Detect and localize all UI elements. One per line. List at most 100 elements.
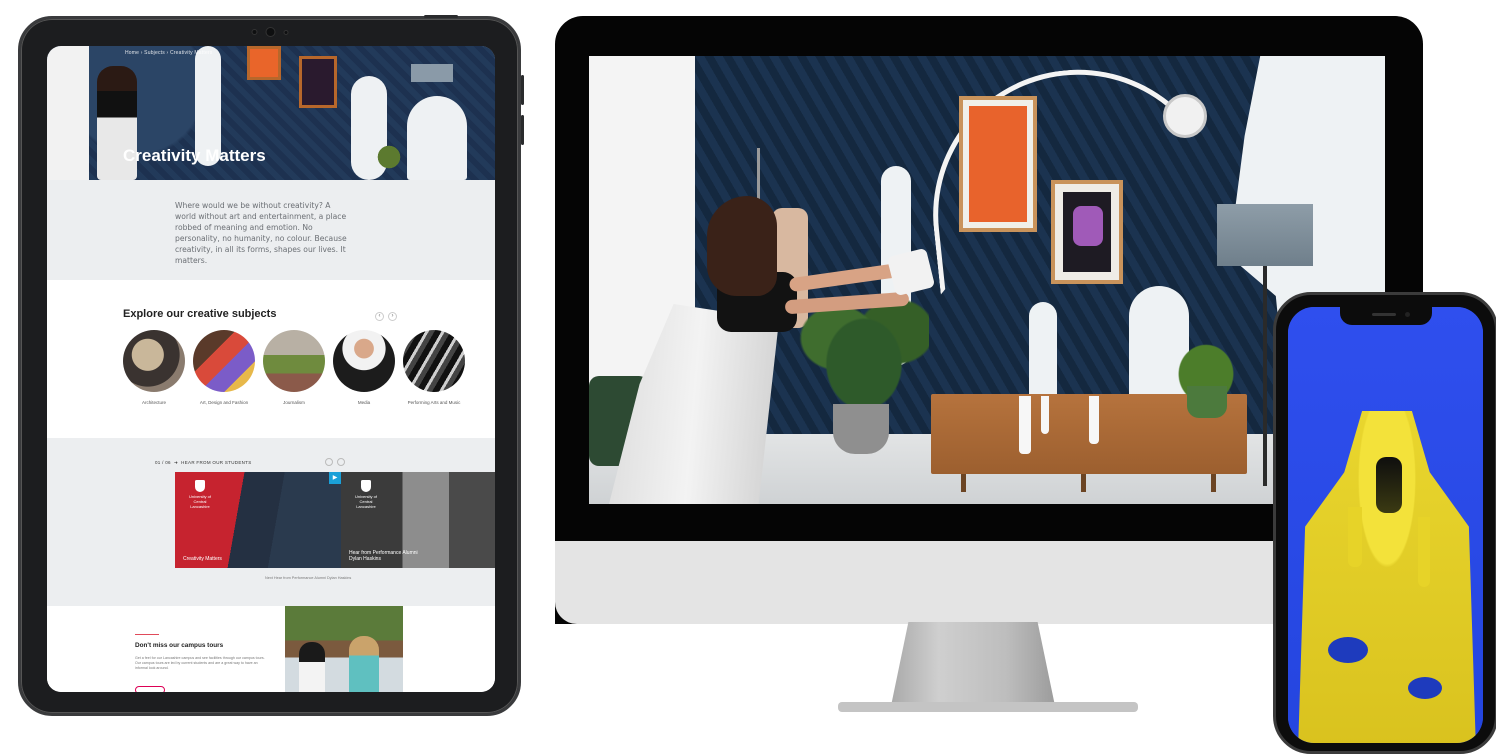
section-heading: Don't miss our campus tours — [135, 642, 224, 649]
picture-frame — [299, 56, 337, 108]
sensor-icon — [251, 29, 257, 35]
page-title: Creativity Matters — [123, 146, 266, 165]
hero-banner: Home › Subjects › Creativity Matters Cre… — [47, 46, 495, 180]
tablet-volume-button — [521, 115, 524, 145]
students-heading: HEAR FROM OUR STUDENTS — [181, 460, 252, 465]
chevron-left-icon[interactable] — [325, 458, 333, 466]
lamp — [411, 64, 453, 82]
video-cards: University of Central Lancashire ▶ Creat… — [175, 472, 495, 568]
subject-label: Architecture — [141, 400, 166, 405]
subject-image — [403, 330, 465, 392]
subject-item[interactable]: Media — [333, 330, 395, 405]
tours-text: Get a feel for our Lancashire campus and… — [135, 656, 265, 670]
picture-frame — [1051, 180, 1123, 284]
camera-icon — [1404, 312, 1410, 317]
figure-hair — [707, 196, 777, 296]
plant-pot — [833, 404, 889, 454]
logo-text: University of Central Lancashire — [355, 494, 378, 509]
tours-button[interactable] — [135, 686, 165, 692]
paint-drip — [1418, 517, 1430, 587]
chevron-right-icon[interactable]: › — [388, 312, 397, 321]
frame-figure — [1073, 206, 1103, 246]
picture-frame — [959, 96, 1037, 232]
sideboard-leg — [961, 474, 966, 492]
subject-label: Media — [357, 400, 371, 405]
sideboard-leg — [1081, 474, 1086, 492]
hero-photo — [589, 56, 1385, 504]
arrow-right-icon: ➜ — [172, 460, 180, 465]
carousel-arrows: ‹ › — [375, 312, 397, 321]
plant-pot — [1187, 386, 1227, 418]
subject-image — [333, 330, 395, 392]
monitor-stand-neck — [891, 622, 1055, 704]
tablet-screen: Home › Subjects › Creativity Matters Cre… — [47, 46, 495, 692]
subject-image — [193, 330, 255, 392]
subject-label: Art, Design and Fashion — [199, 400, 249, 405]
subject-item[interactable]: Art, Design and Fashion — [193, 330, 255, 405]
intro-section: Where would we be without creativity? A … — [47, 180, 495, 280]
campus-tours-section: Don't miss our campus tours Get a feel f… — [47, 606, 495, 692]
university-logo: University of Central Lancashire — [189, 480, 211, 509]
logo-text: University of Central Lancashire — [189, 494, 212, 509]
hero-image-edge — [47, 46, 89, 180]
tours-person — [299, 642, 325, 692]
paint-splash — [407, 96, 467, 180]
shield-icon — [195, 480, 205, 492]
phone-notch — [1339, 307, 1432, 325]
tours-person — [349, 636, 379, 692]
breadcrumb[interactable]: Home › Subjects › Creativity Matters — [125, 50, 213, 56]
sideboard-leg — [1211, 474, 1216, 492]
subject-item[interactable]: Performing Arts and Music — [403, 330, 465, 405]
devices-mockup: Home › Subjects › Creativity Matters Cre… — [0, 0, 1496, 754]
shield-icon — [361, 480, 371, 492]
slide-counter: 01 / 06 — [155, 460, 171, 465]
play-icon[interactable]: ▶ — [329, 472, 341, 484]
tablet-power-button — [424, 15, 458, 18]
students-header: 01 / 06 ➜ HEAR FROM OUR STUDENTS — [155, 460, 252, 466]
lamp-shade — [1217, 204, 1313, 266]
card-caption: Creativity Matters — [183, 556, 222, 562]
university-logo: University of Central Lancashire — [355, 480, 377, 509]
tablet-camera-cluster — [251, 27, 288, 37]
lamp-pole — [1263, 266, 1267, 486]
paint-drip — [1089, 396, 1099, 444]
paint-stain — [1408, 677, 1442, 699]
paint-stain — [1328, 637, 1368, 663]
accent-rule — [135, 634, 159, 635]
video-card[interactable]: University of Central Lancashire Hear fr… — [341, 472, 495, 568]
figure-face — [1376, 457, 1402, 513]
paint-drip — [1019, 396, 1031, 454]
monitor-stand-base — [838, 702, 1138, 712]
picture-frame — [247, 46, 281, 80]
paint-drip — [1041, 396, 1049, 434]
chevron-left-icon[interactable]: ‹ — [375, 312, 384, 321]
phone-screen — [1288, 307, 1483, 743]
frame-artwork — [969, 106, 1027, 222]
plant — [371, 140, 407, 174]
tablet-volume-button — [521, 75, 524, 105]
card-caption: Hear from Performance Alumni Dylan Haski… — [349, 550, 418, 562]
section-heading: Explore our creative subjects — [123, 308, 277, 320]
tablet-device: Home › Subjects › Creativity Matters Cre… — [18, 15, 524, 716]
subject-image — [123, 330, 185, 392]
explore-subjects-section: Explore our creative subjects ‹ › Archit… — [47, 280, 495, 438]
next-slide-label[interactable]: Next Hear from Performance Alumni Dylan … — [265, 576, 351, 581]
subject-label: Journalism — [283, 400, 305, 405]
phone-device — [1273, 292, 1496, 754]
sensor-icon — [283, 29, 288, 35]
subject-item[interactable]: Architecture — [123, 330, 185, 405]
paint-drip — [1348, 507, 1362, 567]
students-section: 01 / 06 ➜ HEAR FROM OUR STUDENTS Univers… — [47, 438, 495, 606]
intro-text: Where would we be without creativity? A … — [175, 201, 347, 265]
speaker-icon — [1371, 313, 1396, 316]
chevron-right-icon[interactable] — [337, 458, 345, 466]
subject-item[interactable]: Journalism — [263, 330, 325, 405]
clock-icon — [1163, 94, 1207, 138]
subject-image — [263, 330, 325, 392]
video-card[interactable]: University of Central Lancashire ▶ Creat… — [175, 472, 341, 568]
subject-label: Performing Arts and Music — [407, 400, 461, 405]
monitor-screen — [589, 56, 1385, 504]
subject-carousel: Architecture Art, Design and Fashion Jou… — [123, 330, 465, 405]
camera-icon — [265, 27, 275, 37]
carousel-arrows — [325, 458, 345, 466]
